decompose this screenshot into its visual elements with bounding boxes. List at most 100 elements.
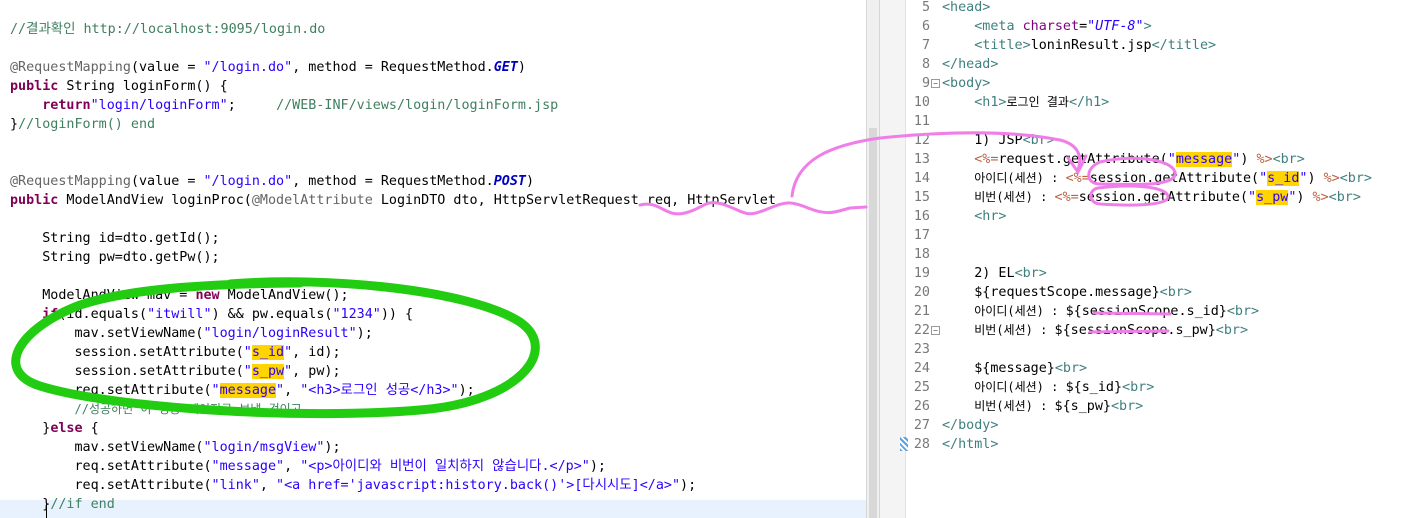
code-line[interactable]: req.setAttribute("link", "<a href='javas… (10, 476, 696, 495)
fold-toggle-icon[interactable]: − (931, 79, 940, 88)
code-line[interactable]: public ModelAndView loginProc(@ModelAttr… (10, 191, 776, 210)
code-token: } (10, 421, 51, 436)
code-token: ) (525, 174, 535, 189)
code-line[interactable]: 1) JSP<br> (942, 131, 1055, 150)
code-token: ${s_pw} (1054, 399, 1111, 414)
code-token: 비번(세션) : (974, 190, 1055, 204)
code-token: if (42, 307, 59, 322)
code-line[interactable]: }//if end (10, 495, 115, 514)
code-token: "<a href='javascript:history.back()'>[다시… (276, 478, 681, 493)
code-token: s_id (1267, 171, 1300, 186)
fold-toggle-icon[interactable]: − (931, 326, 940, 335)
code-line[interactable]: <meta charset="UTF-8"> (942, 17, 1151, 36)
code-line[interactable]: 비번(세션) : ${s_pw}<br> (942, 397, 1143, 416)
code-line[interactable]: mav.setViewName("login/loginResult"); (10, 324, 373, 343)
code-line[interactable]: <title>loninResult.jsp</title> (942, 36, 1216, 55)
code-line[interactable]: //결과확인 http://localhost:9095/login.do (10, 20, 325, 39)
code-token: <br> (1226, 304, 1260, 319)
code-token: <br> (1328, 190, 1361, 205)
code-line[interactable]: </body> (942, 416, 998, 435)
code-token: <%= (1065, 171, 1090, 186)
editor-split-scrollbar[interactable] (866, 0, 880, 518)
code-line[interactable]: return"login/loginForm"; //WEB-INF/views… (10, 96, 558, 115)
line-number: 14 (913, 171, 930, 186)
code-token: mav.setViewName( (10, 326, 204, 341)
code-token: GET (493, 60, 518, 75)
code-token: "login/msgView" (203, 440, 325, 455)
code-token: <br> (1339, 171, 1372, 186)
code-line[interactable]: <head> (942, 0, 990, 17)
code-line[interactable]: 아이디(세션) : ${s_id}<br> (942, 378, 1154, 397)
line-number: 22 (913, 323, 930, 338)
code-line[interactable]: @RequestMapping(value = "/login.do", met… (10, 58, 526, 77)
code-line[interactable]: <%=request.getAttribute("message") %><br… (942, 150, 1305, 169)
java-editor-pane[interactable]: //결과확인 http://localhost:9095/login.do @Re… (0, 0, 866, 518)
code-line[interactable]: if(id.equals("itwill") && pw.equals("123… (10, 305, 413, 324)
code-line[interactable]: ModelAndView mav = new ModelAndView(); (10, 286, 348, 305)
code-line[interactable]: <h1>로그인 결과</h1> (942, 93, 1109, 112)
code-line[interactable]: String id=dto.getId(); (10, 229, 219, 248)
code-token: " (243, 364, 252, 379)
code-line[interactable]: </head> (942, 55, 998, 74)
code-token: "<p>아이디와 비번이 일치하지 않습니다.</p>" (300, 459, 590, 474)
scrollbar-thumb[interactable] (869, 128, 877, 518)
code-line[interactable]: ${message}<br> (942, 359, 1087, 378)
code-token: <br> (1215, 323, 1249, 338)
code-line[interactable]: //성공하면 이 성공 페이지로 보낼 것이고 (10, 400, 302, 419)
line-number: 12 (913, 133, 930, 148)
code-line[interactable]: 아이디(세션) : ${sessionScope.s_id}<br> (942, 302, 1259, 321)
code-token: s_id (251, 345, 285, 360)
code-line[interactable]: @RequestMapping(value = "/login.do", met… (10, 172, 534, 191)
code-token: <meta (974, 19, 1023, 34)
code-line[interactable]: req.setAttribute("message", "<p>아이디와 비번이… (10, 457, 605, 476)
code-token: 아이디(세션) : (974, 171, 1066, 185)
code-line[interactable]: String pw=dto.getPw(); (10, 248, 220, 267)
text-cursor (46, 503, 47, 518)
code-token: <body> (942, 76, 991, 91)
code-line[interactable]: mav.setViewName("login/msgView"); (10, 438, 340, 457)
code-token: public (10, 79, 59, 94)
code-line[interactable]: session.setAttribute("s_id", id); (10, 343, 341, 362)
code-token: <%= (1054, 190, 1079, 205)
code-line[interactable]: 아이디(세션) : <%=session.getAttribute("s_id"… (942, 169, 1372, 188)
code-token: 1) JSP (942, 133, 1023, 148)
code-token: public (10, 193, 59, 208)
code-token: String pw=dto.getPw(); (10, 250, 220, 265)
code-line[interactable]: <hr> (942, 207, 1006, 226)
code-token: ); (356, 326, 373, 341)
code-token: "login/loginForm" (90, 98, 228, 113)
code-token: ); (458, 383, 475, 398)
code-token: , (284, 459, 301, 474)
code-token: (value = (130, 60, 204, 75)
code-line[interactable]: req.setAttribute("message", "<h3>로그인 성공<… (10, 381, 475, 400)
code-token: " (1259, 171, 1268, 186)
code-line[interactable]: ${requestScope.message}<br> (942, 283, 1192, 302)
line-number: 25 (913, 380, 930, 395)
code-token: ) (1307, 171, 1324, 186)
code-line[interactable]: 비번(세션) : <%=session.getAttribute("s_pw")… (942, 188, 1361, 207)
code-line[interactable]: }//loginForm() end (10, 115, 155, 134)
code-line[interactable]: public String loginForm() { (10, 77, 228, 96)
code-line[interactable]: session.setAttribute("s_pw", pw); (10, 362, 341, 381)
code-token: //성공하면 이 성공 페이지로 보낼 것이고 (74, 402, 302, 416)
line-number: 6 (921, 19, 930, 34)
code-line[interactable]: <body> (942, 74, 990, 93)
line-number: 8 (921, 57, 930, 72)
code-token: //결과확인 http://localhost:9095/login.do (10, 22, 326, 37)
code-token: @RequestMapping (10, 60, 131, 75)
code-line[interactable]: }else { (10, 419, 98, 438)
code-token: request.getAttribute( (998, 152, 1168, 167)
code-token: , pw); (292, 364, 341, 379)
code-token: charset (1022, 19, 1080, 34)
jsp-editor-pane[interactable]: 5 <head> 6 <meta charset="UTF-8"> 7 <title>… (880, 0, 1421, 518)
line-number: 16 (913, 209, 930, 224)
code-line[interactable]: 2) EL<br> (942, 264, 1047, 283)
code-line[interactable]: 비번(세션) : ${sessionScope.s_pw}<br> (942, 321, 1248, 340)
code-line[interactable]: </html> (942, 435, 998, 454)
